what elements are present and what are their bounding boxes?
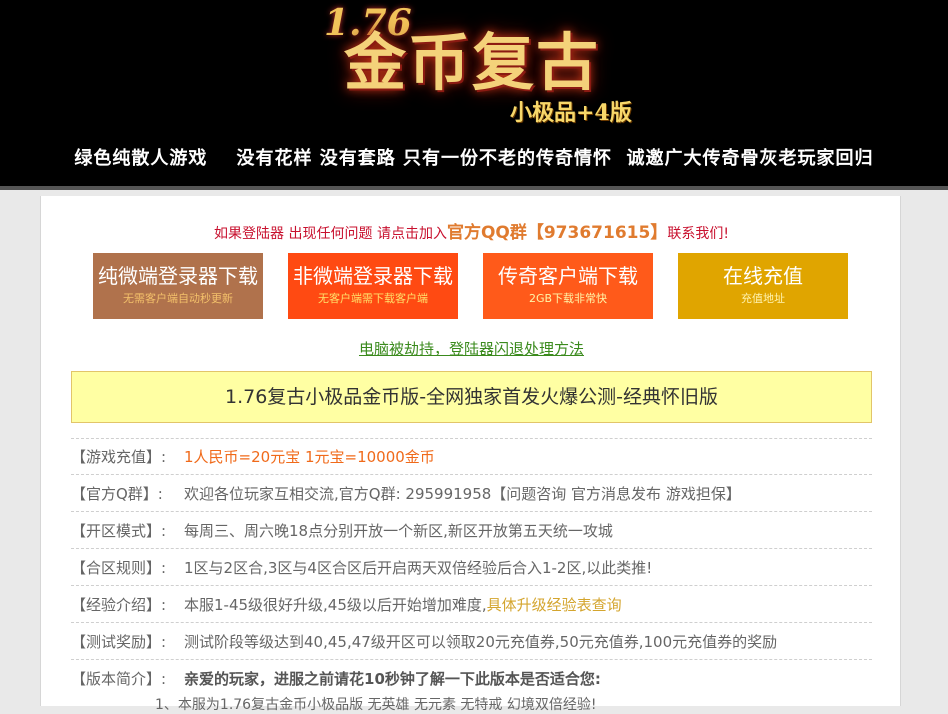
- button-title: 在线充值: [723, 264, 803, 288]
- info-list: 【游戏充值】: 1人民币=20元宝 1元宝=10000金币 【官方Q群】: 欢迎…: [71, 438, 872, 697]
- info-row-experience: 【经验介绍】: 本服1-45级很好升级,45级以后开始增加难度,具体升级经验表查…: [71, 586, 872, 623]
- info-row-merge-rules: 【合区规则】: 1区与2区合,3区与4区合区后开启两天双倍经验后合入1-2区,以…: [71, 549, 872, 586]
- info-value: 本服1-45级很好升级,45级以后开始增加难度,具体升级经验表查询: [184, 594, 622, 615]
- button-title: 传奇客户端下载: [498, 264, 638, 288]
- info-value: 测试阶段等级达到40,45,47级开区可以领取20元充值券,50元充值券,100…: [184, 632, 778, 651]
- info-row-test-rewards: 【测试奖励】: 测试阶段等级达到40,45,47级开区可以领取20元充值券,50…: [71, 623, 872, 660]
- full-launcher-download-button[interactable]: 非微端登录器下载 无客户端需下载客户端: [288, 253, 458, 319]
- slogan: 绿色纯散人游戏 没有花样 没有套路 只有一份不老的传奇情怀 诚邀广大传奇骨灰老玩…: [74, 148, 874, 169]
- intro-line: 1、本服为1.76复古金币小极品版 无英雄 无元素 无特戒 幻境双倍经验!: [155, 697, 597, 713]
- button-subtitle: 充值地址: [741, 292, 785, 305]
- game-logo: 1.76 金币复古 小极品+4版: [320, 0, 680, 130]
- button-subtitle: 无需客户端自动秒更新: [123, 292, 233, 305]
- info-label: 【测试奖励】:: [71, 632, 167, 651]
- notice-prefix: 如果登陆器 出现任何问题 请点击加入: [214, 226, 447, 242]
- info-row-server-mode: 【开区模式】: 每周三、周六晚18点分别开放一个新区,新区开放第五天统一攻城: [71, 512, 872, 549]
- info-value: 1人民币=20元宝 1元宝=10000金币: [184, 448, 435, 466]
- info-value: 欢迎各位玩家互相交流,官方Q群: 295991958【问题咨询 官方消息发布 游…: [184, 484, 741, 503]
- notice-suffix: 联系我们!: [667, 226, 729, 242]
- info-label: 【开区模式】:: [71, 521, 167, 540]
- button-title: 纯微端登录器下载: [98, 264, 258, 288]
- header-banner: 1.76 金币复古 小极品+4版 绿色纯散人游戏 没有花样 没有套路 只有一份不…: [0, 0, 948, 190]
- info-label: 【游戏充值】:: [71, 448, 167, 466]
- micro-launcher-download-button[interactable]: 纯微端登录器下载 无需客户端自动秒更新: [93, 253, 263, 319]
- exp-table-link[interactable]: 具体升级经验表查询: [487, 596, 622, 614]
- qq-group-link[interactable]: 官方QQ群【973671615】: [447, 223, 667, 243]
- client-download-button[interactable]: 传奇客户端下载 2GB下载非常快: [483, 253, 653, 319]
- qq-notice[interactable]: 如果登陆器 出现任何问题 请点击加入官方QQ群【973671615】联系我们!: [41, 218, 902, 243]
- button-title: 非微端登录器下载: [293, 264, 453, 288]
- info-value: 每周三、周六晚18点分别开放一个新区,新区开放第五天统一攻城: [184, 521, 613, 540]
- info-label: 【经验介绍】:: [71, 595, 167, 614]
- button-subtitle: 无客户端需下载客户端: [318, 292, 428, 305]
- info-row-version-intro: 【版本简介】: 亲爱的玩家，进服之前请花10秒钟了解一下此版本是否适合您:: [71, 660, 872, 697]
- info-value: 亲爱的玩家，进服之前请花10秒钟了解一下此版本是否适合您:: [184, 670, 601, 688]
- logo-subtitle: 小极品+4版: [510, 100, 632, 126]
- info-label: 【合区规则】:: [71, 558, 167, 577]
- online-recharge-button[interactable]: 在线充值 充值地址: [678, 253, 848, 319]
- info-label: 【版本简介】:: [71, 670, 167, 688]
- hijack-fix-link[interactable]: 电脑被劫持，登陆器闪退处理方法: [41, 338, 902, 359]
- info-value-text: 本服1-45级很好升级,45级以后开始增加难度,: [184, 595, 487, 614]
- info-label: 【官方Q群】:: [71, 484, 163, 503]
- main-content: 如果登陆器 出现任何问题 请点击加入官方QQ群【973671615】联系我们! …: [40, 196, 902, 713]
- logo-title: 金币复古: [344, 26, 601, 99]
- button-subtitle: 2GB下载非常快: [528, 292, 608, 305]
- headline-banner: 1.76复古小极品金币版-全网独家首发火爆公测-经典怀旧版: [71, 371, 872, 423]
- info-row-qq-group: 【官方Q群】: 欢迎各位玩家互相交流,官方Q群: 295991958【问题咨询 …: [71, 475, 872, 512]
- info-row-recharge: 【游戏充值】: 1人民币=20元宝 1元宝=10000金币: [71, 438, 872, 475]
- info-value: 1区与2区合,3区与4区合区后开启两天双倍经验后合入1-2区,以此类推!: [184, 558, 653, 577]
